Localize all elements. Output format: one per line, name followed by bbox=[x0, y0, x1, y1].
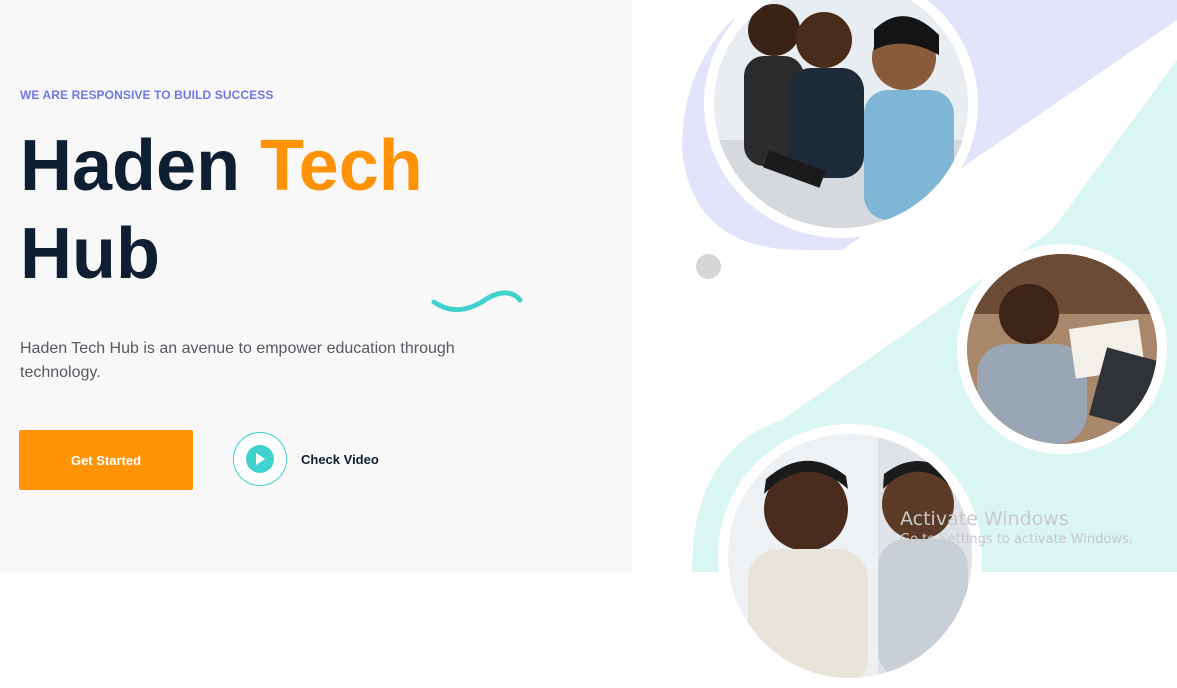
title-part-2: Hub bbox=[20, 214, 160, 294]
child-writing-photo bbox=[957, 244, 1167, 454]
title-accent: Tech bbox=[260, 126, 423, 206]
check-video-link[interactable]: Check Video bbox=[233, 430, 379, 488]
students-illustration bbox=[714, 0, 968, 228]
title-part-1: Haden bbox=[20, 126, 261, 206]
adults-illustration bbox=[728, 434, 972, 678]
child-illustration bbox=[967, 254, 1157, 444]
check-video-label: Check Video bbox=[301, 451, 379, 467]
hero-panel: WE ARE RESPONSIVE TO BUILD SUCCESS Haden… bbox=[0, 0, 632, 572]
play-icon bbox=[246, 445, 274, 473]
get-started-button[interactable]: Get Started bbox=[19, 430, 193, 490]
hero-title: Haden Tech Hub bbox=[20, 122, 580, 298]
hero-description: Haden Tech Hub is an avenue to empower e… bbox=[20, 340, 455, 381]
smiling-adults-photo bbox=[718, 424, 982, 688]
activate-windows-watermark: Activate Windows Go to Settings to activ… bbox=[900, 507, 1133, 549]
watermark-title: Activate Windows bbox=[900, 508, 1069, 530]
wave-decoration-icon bbox=[431, 290, 523, 313]
play-button[interactable] bbox=[233, 432, 287, 486]
hero-eyebrow: WE ARE RESPONSIVE TO BUILD SUCCESS bbox=[20, 88, 274, 102]
decorative-dot bbox=[696, 254, 721, 279]
watermark-subtitle: Go to Settings to activate Windows. bbox=[900, 532, 1133, 547]
